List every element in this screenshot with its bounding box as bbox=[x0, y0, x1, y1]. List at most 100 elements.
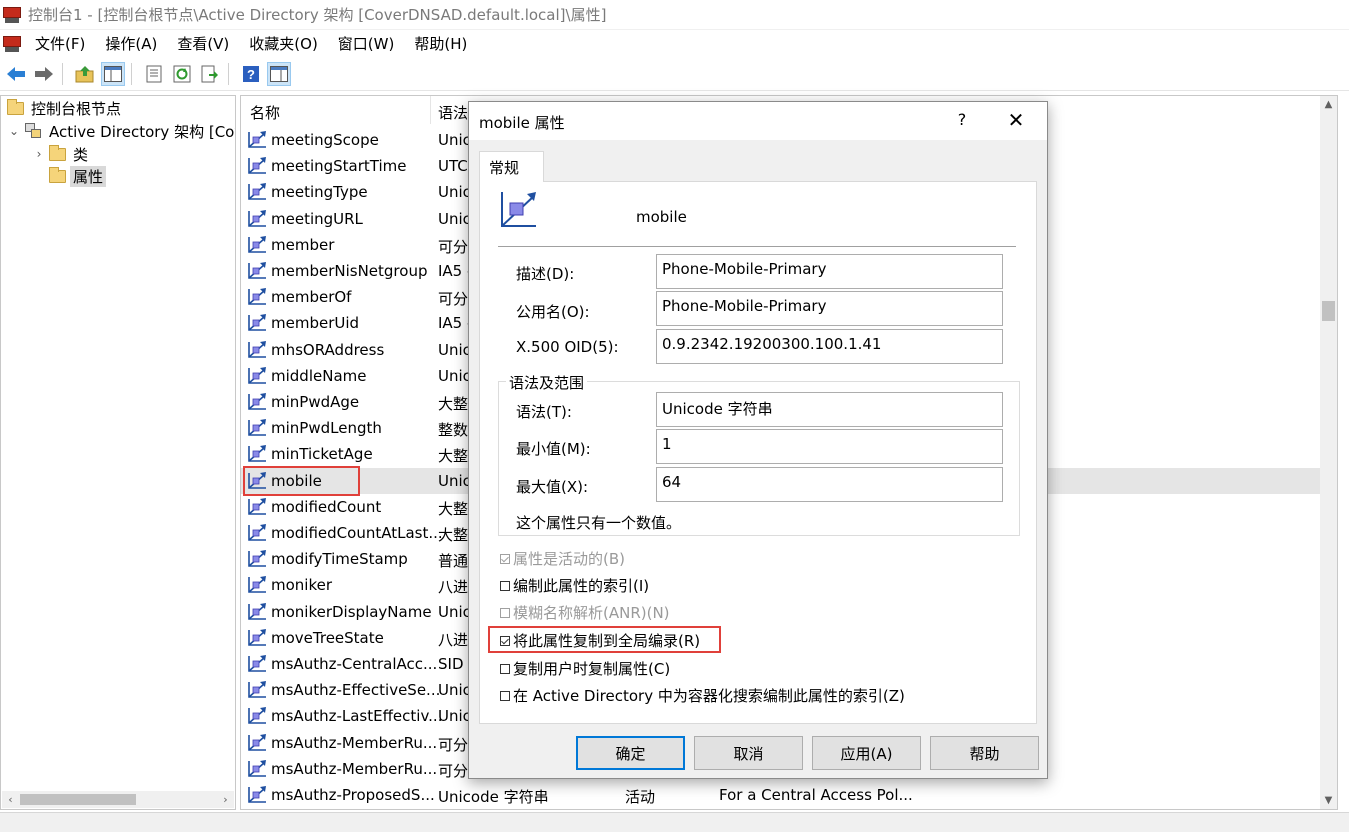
column-divider[interactable] bbox=[430, 96, 431, 124]
tab-general[interactable]: 常规 bbox=[479, 151, 544, 182]
attribute-icon bbox=[247, 602, 267, 621]
oid-label: X.500 OID(5): bbox=[516, 338, 619, 356]
single-value-note: 这个属性只有一个数值。 bbox=[516, 514, 682, 532]
window-title: 控制台1 - [控制台根节点\Active Directory 架构 [Cove… bbox=[28, 6, 607, 24]
scrollbar-thumb[interactable] bbox=[20, 794, 136, 805]
scroll-up-icon[interactable]: ▲ bbox=[1320, 96, 1337, 113]
tree-node-attributes[interactable]: 属性 bbox=[49, 165, 107, 187]
checkbox-icon[interactable] bbox=[500, 580, 510, 591]
toolbar-separator bbox=[228, 62, 229, 85]
attribute-icon bbox=[247, 314, 267, 332]
show-tree-icon[interactable] bbox=[101, 61, 125, 86]
description-label: 描述(D): bbox=[516, 265, 575, 283]
attribute-icon bbox=[247, 419, 267, 437]
scroll-right-icon[interactable]: › bbox=[217, 791, 234, 808]
tree-horizontal-scrollbar[interactable]: ‹ › bbox=[2, 791, 234, 808]
checkbox-icon[interactable] bbox=[500, 690, 510, 701]
checkbox-icon[interactable] bbox=[500, 663, 510, 674]
attribute-syntax-cell: Unic bbox=[438, 707, 471, 726]
help-button[interactable]: 帮助 bbox=[930, 736, 1039, 770]
menu-window[interactable]: 窗口(W) bbox=[328, 33, 405, 54]
tree-node-classes[interactable]: › 类 bbox=[32, 143, 91, 165]
attribute-syntax-cell: 大整 bbox=[438, 526, 469, 544]
oid-value: 0.9.2342.19200300.100.1.41 bbox=[662, 335, 882, 353]
attribute-syntax-cell: Unic bbox=[438, 183, 471, 202]
scroll-left-icon[interactable]: ‹ bbox=[2, 791, 19, 808]
attribute-syntax-cell: 八进 bbox=[438, 578, 469, 597]
attribute-syntax-cell: 可分 bbox=[438, 761, 469, 780]
common-name-field[interactable]: Phone-Mobile-Primary bbox=[656, 291, 1003, 326]
close-icon[interactable]: ✕ bbox=[1002, 108, 1030, 132]
refresh-icon[interactable] bbox=[170, 62, 194, 86]
back-icon[interactable] bbox=[4, 62, 28, 86]
cancel-button[interactable]: 取消 bbox=[694, 736, 803, 770]
menu-file[interactable]: 文件(F) bbox=[33, 33, 95, 54]
syntax-value: Unicode 字符串 bbox=[662, 400, 773, 418]
attribute-syntax-cell: Unicode 字符串 bbox=[438, 788, 549, 806]
attribute-name-cell: msAuthz-EffectiveSe... bbox=[271, 681, 441, 700]
tree-node-ad-schema[interactable]: ⌄ Active Directory 架构 [Cov bbox=[7, 120, 235, 142]
table-row[interactable]: msAuthz-ProposedS... Unicode 字符串 活动 For a C… bbox=[241, 782, 1321, 808]
attribute-icon bbox=[247, 393, 267, 411]
column-header-syntax[interactable]: 语法 bbox=[438, 102, 468, 123]
column-header-name[interactable]: 名称 bbox=[250, 102, 280, 123]
scroll-down-icon[interactable]: ▼ bbox=[1320, 792, 1337, 809]
option-checkbox[interactable]: 在 Active Directory 中为容器化搜索编制此属性的索引(Z) bbox=[500, 685, 905, 706]
attribute-state-cell: 活动 bbox=[625, 788, 656, 806]
syntax-field[interactable]: Unicode 字符串 bbox=[656, 392, 1003, 427]
min-field[interactable]: 1 bbox=[656, 429, 1003, 464]
forward-icon[interactable] bbox=[32, 62, 56, 86]
menu-view[interactable]: 查看(V) bbox=[167, 33, 239, 54]
ok-button[interactable]: 确定 bbox=[576, 736, 685, 770]
menu-help[interactable]: 帮助(H) bbox=[404, 33, 477, 54]
max-field[interactable]: 64 bbox=[656, 467, 1003, 502]
chevron-down-icon[interactable]: ⌄ bbox=[7, 124, 21, 138]
up-folder-icon[interactable] bbox=[73, 62, 97, 86]
max-label: 最大值(X): bbox=[516, 478, 589, 496]
tree-node-console-root[interactable]: 控制台根节点 bbox=[7, 97, 124, 119]
description-field[interactable]: Phone-Mobile-Primary bbox=[656, 254, 1003, 289]
attribute-icon bbox=[247, 707, 267, 725]
show-action-pane-icon[interactable] bbox=[267, 61, 291, 86]
attribute-syntax-cell: Unic bbox=[438, 366, 471, 385]
attribute-name-cell: meetingScope bbox=[271, 131, 379, 149]
chevron-right-icon[interactable]: › bbox=[32, 147, 46, 161]
attribute-syntax-cell: Unic bbox=[438, 340, 471, 359]
menu-action[interactable]: 操作(A) bbox=[95, 33, 167, 54]
list-vertical-scrollbar[interactable]: ▲ ▼ bbox=[1320, 96, 1337, 809]
attribute-name-cell: modifiedCount bbox=[271, 497, 382, 516]
checkbox-label: 在 Active Directory 中为容器化搜索编制此属性的索引(Z) bbox=[513, 687, 905, 705]
oid-field[interactable]: 0.9.2342.19200300.100.1.41 bbox=[656, 329, 1003, 364]
console-tree: 控制台根节点 ⌄ Active Directory 架构 [Cov › 类 属性… bbox=[0, 95, 236, 810]
help-icon[interactable]: ? bbox=[952, 110, 972, 129]
toolbar: ? bbox=[0, 57, 1349, 91]
attribute-name-cell: memberOf bbox=[271, 288, 352, 307]
option-checkbox[interactable]: 编制此属性的索引(I) bbox=[500, 575, 649, 596]
attribute-name-cell: minPwdAge bbox=[271, 393, 360, 411]
option-checkbox[interactable]: 复制用户时复制属性(C) bbox=[500, 658, 670, 679]
apply-button[interactable]: 应用(A) bbox=[812, 736, 921, 770]
status-bar bbox=[0, 812, 1349, 832]
attribute-icon bbox=[247, 759, 267, 778]
attribute-name-cell: meetingType bbox=[271, 183, 368, 202]
folder-icon bbox=[49, 144, 66, 161]
scrollbar-thumb[interactable] bbox=[1322, 301, 1335, 321]
common-name-value: Phone-Mobile-Primary bbox=[662, 297, 827, 315]
toolbar-separator bbox=[62, 62, 63, 85]
attribute-icon bbox=[247, 681, 267, 699]
export-icon[interactable] bbox=[198, 62, 222, 86]
svg-text:?: ? bbox=[247, 67, 255, 82]
mmc-menu-icon[interactable] bbox=[3, 35, 21, 52]
attribute-syntax-cell: 大整 bbox=[438, 447, 469, 466]
menu-favorites[interactable]: 收藏夹(O) bbox=[239, 33, 328, 54]
option-checkbox: 模糊名称解析(ANR)(N) bbox=[500, 602, 670, 623]
checkbox-label: 复制用户时复制属性(C) bbox=[513, 660, 671, 678]
attribute-icon bbox=[247, 157, 267, 175]
attribute-syntax-cell: 可分 bbox=[438, 735, 469, 754]
properties-icon[interactable] bbox=[142, 62, 166, 86]
attribute-name-cell: msAuthz-ProposedS... bbox=[271, 786, 435, 804]
attribute-icon bbox=[247, 235, 267, 254]
help-icon[interactable]: ? bbox=[239, 62, 263, 86]
attribute-syntax-cell: Unic bbox=[438, 471, 471, 490]
checkbox-icon bbox=[500, 553, 510, 564]
